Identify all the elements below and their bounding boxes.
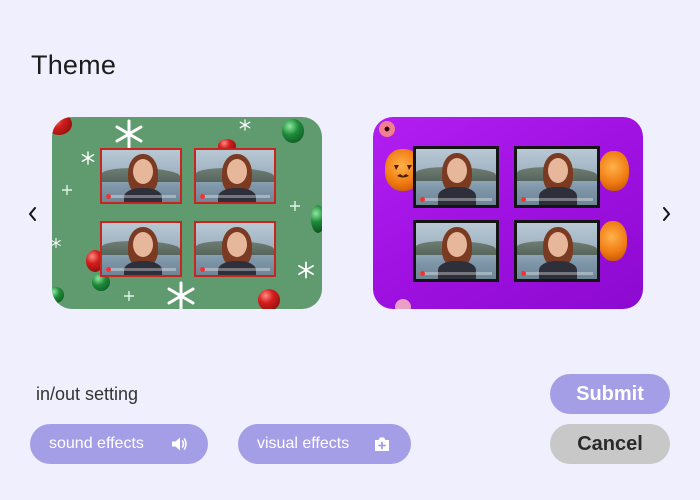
video-tile bbox=[194, 148, 276, 204]
sparkle-decoration bbox=[290, 201, 300, 211]
speaker-icon bbox=[172, 437, 187, 451]
eyeball-decoration bbox=[379, 121, 395, 137]
video-tile bbox=[100, 221, 182, 277]
snowflake-decoration bbox=[167, 281, 195, 309]
snowflake-decoration bbox=[239, 119, 251, 131]
ornament-decoration bbox=[258, 289, 280, 309]
ornament-decoration bbox=[52, 287, 64, 303]
video-tile bbox=[413, 220, 499, 282]
snowflake-decoration bbox=[115, 119, 143, 149]
video-tile bbox=[514, 146, 600, 208]
next-theme-button[interactable] bbox=[658, 202, 674, 226]
chevron-right-icon bbox=[663, 207, 670, 221]
page-title: Theme bbox=[31, 50, 117, 80]
ornament-decoration bbox=[52, 117, 72, 135]
video-tile bbox=[100, 148, 182, 204]
sparkle-decoration bbox=[124, 291, 134, 301]
snowflake-decoration bbox=[81, 151, 95, 165]
video-tile bbox=[514, 220, 600, 282]
sound-effects-label: sound effects bbox=[49, 435, 144, 452]
cancel-button[interactable]: Cancel bbox=[550, 424, 670, 464]
inout-setting-label: in/out setting bbox=[36, 384, 139, 404]
theme-card-halloween[interactable] bbox=[373, 117, 643, 309]
sound-effects-button[interactable]: sound effects bbox=[30, 424, 208, 464]
ornament-decoration bbox=[282, 119, 304, 143]
submit-button[interactable]: Submit bbox=[550, 374, 670, 414]
snowflake-decoration bbox=[298, 261, 314, 279]
pumpkin-decoration bbox=[599, 221, 627, 261]
sparkle-decoration bbox=[62, 185, 72, 195]
theme-card-christmas[interactable] bbox=[52, 117, 322, 309]
snowflake-decoration bbox=[52, 237, 61, 249]
ornament-decoration bbox=[311, 205, 322, 233]
visual-effects-button[interactable]: visual effects bbox=[238, 424, 411, 464]
prev-theme-button[interactable] bbox=[25, 202, 41, 226]
camera-icon bbox=[375, 437, 389, 451]
eyeball-decoration bbox=[395, 299, 411, 309]
chevron-left-icon bbox=[29, 207, 36, 221]
video-tile bbox=[194, 221, 276, 277]
pumpkin-decoration bbox=[599, 151, 629, 191]
video-tile bbox=[413, 146, 499, 208]
visual-effects-label: visual effects bbox=[257, 435, 350, 452]
